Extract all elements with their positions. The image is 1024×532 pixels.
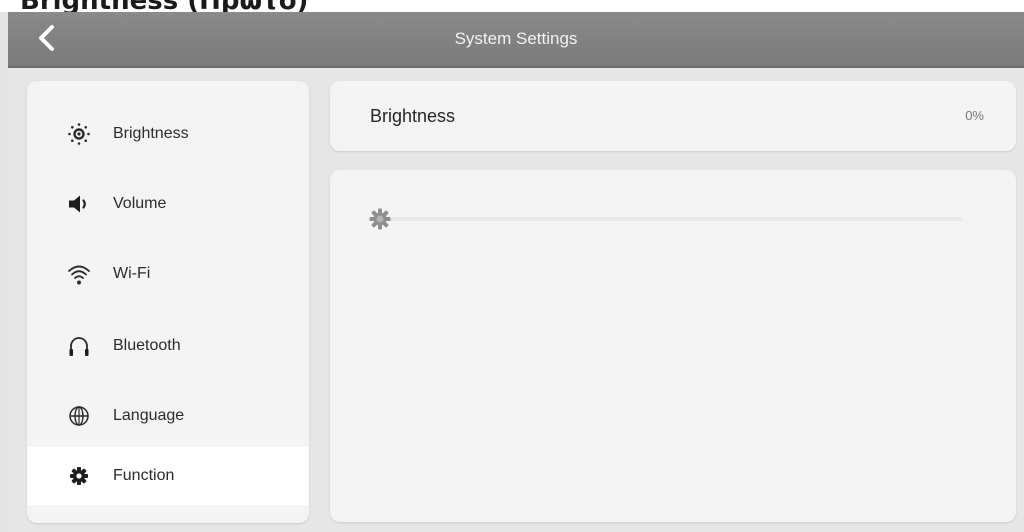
top-caption: Brightness (Πρώτο) (0, 0, 1024, 12)
sidebar-item-label: Bluetooth (113, 337, 181, 354)
brightness-slider[interactable] (368, 206, 962, 232)
sidebar-item-wifi[interactable]: Wi-Fi (27, 245, 309, 303)
brightness-slider-card (330, 170, 1016, 522)
sun-slider-thumb-icon[interactable] (368, 207, 392, 231)
sidebar-item-volume[interactable]: Volume (27, 175, 309, 233)
headphones-icon (69, 337, 89, 356)
speaker-icon (69, 195, 86, 213)
sidebar-item-label: Brightness (113, 125, 189, 142)
wifi-icon (68, 265, 90, 285)
sidebar-item-language[interactable]: Language (27, 387, 309, 445)
brightness-header-card: Brightness 0% (330, 81, 1016, 151)
sidebar-item-bluetooth[interactable]: Bluetooth (27, 317, 309, 375)
header-bar: System Settings (8, 12, 1024, 68)
sidebar-item-label: Language (113, 407, 185, 424)
sidebar-item-label: Wi-Fi (113, 265, 151, 282)
content-area: Brightness Volume Wi-Fi Bluetooth Langua… (8, 68, 1024, 532)
sidebar-item-label: Volume (113, 195, 167, 212)
globe-icon (69, 406, 89, 426)
top-caption-text: Brightness (Πρώτο) (20, 0, 308, 12)
sidebar-item-label: Function (113, 467, 175, 484)
sun-icon (68, 123, 90, 145)
brightness-value: 0% (965, 108, 984, 123)
slider-track (370, 217, 962, 221)
sidebar-item-function[interactable]: Function (27, 447, 309, 505)
sidebar: Brightness Volume Wi-Fi Bluetooth Langua… (27, 81, 309, 523)
page-title: System Settings (454, 29, 578, 48)
gear-icon (70, 467, 88, 485)
brightness-title: Brightness (370, 106, 456, 126)
sidebar-item-brightness[interactable]: Brightness (27, 105, 309, 163)
